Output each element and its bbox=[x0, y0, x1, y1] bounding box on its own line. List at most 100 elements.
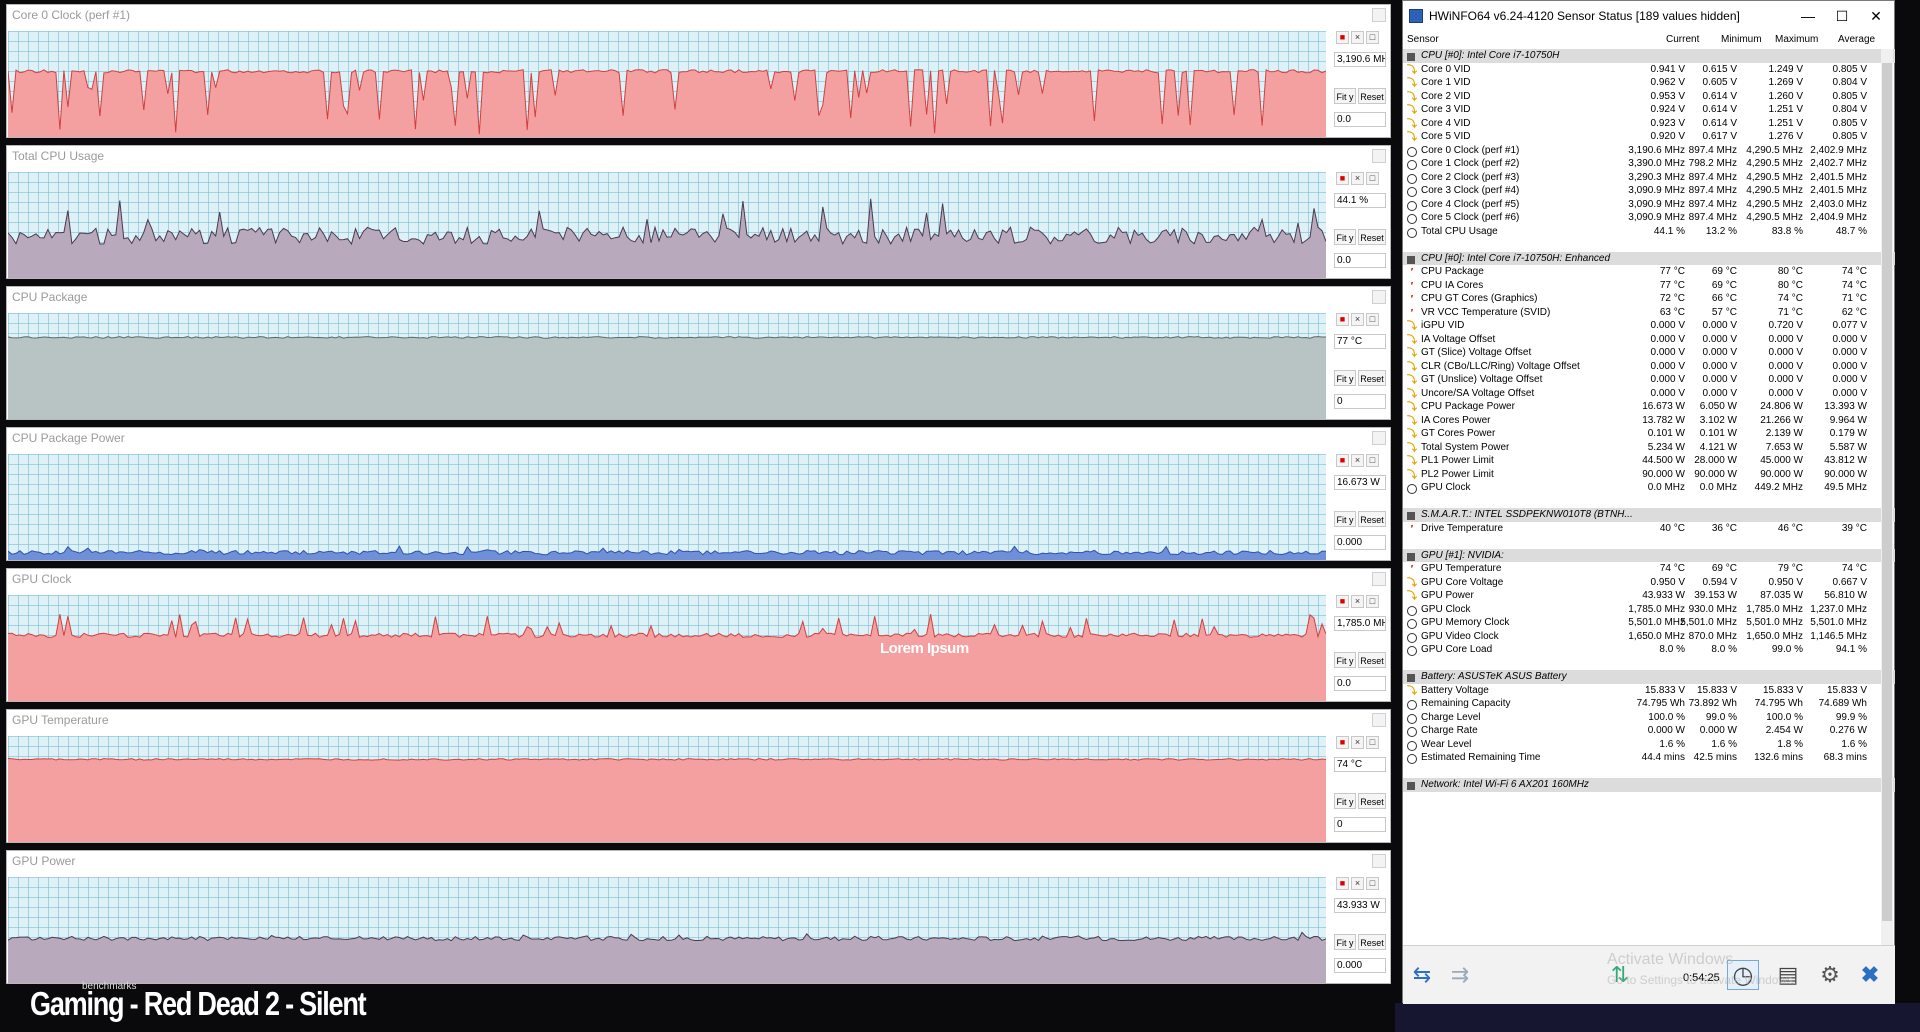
sensor-row[interactable]: Core 2 Clock (perf #3) 3,290.3 MHz 897.4 M… bbox=[1403, 171, 1895, 185]
graph-close-button[interactable] bbox=[1372, 431, 1386, 445]
sensor-row[interactable]: GPU Video Clock 1,650.0 MHz 870.0 MHz 1,650… bbox=[1403, 630, 1895, 644]
sensor-row[interactable]: Total CPU Usage 44.1 % 13.2 % 83.8 % 48.7 % bbox=[1403, 225, 1895, 239]
close-icon[interactable]: ✖ bbox=[1855, 960, 1885, 990]
options-icon[interactable]: □ bbox=[1366, 877, 1379, 890]
sensor-row[interactable]: ⤵ GT (Slice) Voltage Offset 0.000 V 0.000 V… bbox=[1403, 346, 1895, 360]
options-icon[interactable]: □ bbox=[1366, 595, 1379, 608]
sensor-row[interactable]: Core 3 Clock (perf #4) 3,090.9 MHz 897.4 M… bbox=[1403, 184, 1895, 198]
color-toggle-icon[interactable]: ■ bbox=[1336, 736, 1349, 749]
sensor-row[interactable]: ⤵ GT (Unslice) Voltage Offset 0.000 V 0.000… bbox=[1403, 373, 1895, 387]
sensor-row[interactable]: GPU Core Load 8.0 % 8.0 % 99.0 % 94.1 % bbox=[1403, 643, 1895, 657]
log-toggle-icon[interactable]: × bbox=[1351, 172, 1364, 185]
scrollbar[interactable] bbox=[1881, 49, 1893, 945]
options-icon[interactable]: □ bbox=[1366, 454, 1379, 467]
sensor-row[interactable]: GPU Clock 1,785.0 MHz 930.0 MHz 1,785.0 MHz… bbox=[1403, 603, 1895, 617]
graph-close-button[interactable] bbox=[1372, 854, 1386, 868]
sensor-row[interactable]: GPU Clock 0.0 MHz 0.0 MHz 449.2 MHz 49.5 MHz bbox=[1403, 481, 1895, 495]
color-toggle-icon[interactable]: ■ bbox=[1336, 313, 1349, 326]
sensor-row[interactable]: GPU Memory Clock 5,501.0 MHz 5,501.0 MHz 5,… bbox=[1403, 616, 1895, 630]
graph-window[interactable]: GPU Clock ■×□ 1,785.0 MHz Fit yReset 0.0 bbox=[6, 568, 1391, 702]
reset-button[interactable]: Reset bbox=[1358, 934, 1386, 950]
options-icon[interactable]: □ bbox=[1366, 172, 1379, 185]
graph-window[interactable]: CPU Package ■ × □ 77 °C Fit y Reset 0 bbox=[6, 286, 1391, 420]
color-toggle-icon[interactable]: ■ bbox=[1336, 595, 1349, 608]
sensor-row[interactable]: ⤵ PL2 Power Limit 90.000 W 90.000 W 90.000 W… bbox=[1403, 468, 1895, 482]
sensor-row[interactable]: Core 4 Clock (perf #5) 3,090.9 MHz 897.4 M… bbox=[1403, 198, 1895, 212]
nav-forward-icon[interactable]: ⇉ bbox=[1445, 960, 1475, 990]
column-current[interactable]: Current bbox=[1666, 34, 1699, 45]
sensor-row[interactable]: Wear Level 1.6 % 1.6 % 1.8 % 1.6 % bbox=[1403, 738, 1895, 752]
reset-button[interactable]: Reset bbox=[1358, 370, 1386, 386]
nav-left-right-icon[interactable]: ⇆ bbox=[1407, 960, 1437, 990]
column-average[interactable]: Average bbox=[1838, 34, 1875, 45]
log-toggle-icon[interactable]: × bbox=[1351, 454, 1364, 467]
sensor-row[interactable]: ⤵ Core 5 VID 0.920 V 0.617 V 1.276 V 0.805 V bbox=[1403, 130, 1895, 144]
sensor-group-header[interactable]: Network: Intel Wi-Fi 6 AX201 160MHz bbox=[1403, 778, 1895, 792]
graph-window[interactable]: GPU Temperature ■ × □ 74 °C Fit y Reset 0 bbox=[6, 709, 1391, 843]
sensor-row[interactable]: ⤵ Core 1 VID 0.962 V 0.605 V 1.269 V 0.804 V bbox=[1403, 76, 1895, 90]
sensor-row[interactable]: ⤵ CLR (CBo/LLC/Ring) Voltage Offset 0.000 … bbox=[1403, 360, 1895, 374]
fit-y-button[interactable]: Fit y bbox=[1334, 793, 1356, 809]
graph-close-button[interactable] bbox=[1372, 572, 1386, 586]
graph-close-button[interactable] bbox=[1372, 149, 1386, 163]
graph-window[interactable]: Core 0 Clock (perf #1) ■×□ 3,190.6 MHz F… bbox=[6, 4, 1391, 138]
sensor-row[interactable]: ⤵ Core 3 VID 0.924 V 0.614 V 1.251 V 0.804 V bbox=[1403, 103, 1895, 117]
log-toggle-icon[interactable]: × bbox=[1351, 736, 1364, 749]
fit-y-button[interactable]: Fit y bbox=[1334, 511, 1356, 527]
scrollbar-thumb[interactable] bbox=[1882, 63, 1892, 921]
graph-window[interactable]: GPU Power ■ × □ 43.933 W Fit y Reset 0.000 bbox=[6, 850, 1391, 984]
sensor-row[interactable]: ⤵ Battery Voltage 15.833 V 15.833 V 15.833 V… bbox=[1403, 684, 1895, 698]
sensor-row[interactable]: Core 0 Clock (perf #1) 3,190.6 MHz 897.4 M… bbox=[1403, 144, 1895, 158]
sensor-row[interactable]: ⤵ Uncore/SA Voltage Offset 0.000 V 0.000 V0… bbox=[1403, 387, 1895, 401]
sensor-row[interactable]: ⤵ PL1 Power Limit 44.500 W 28.000 W 45.000 W… bbox=[1403, 454, 1895, 468]
sensor-group-header[interactable]: S.M.A.R.T.: INTEL SSDPEKNW010T8 (BTNH... bbox=[1403, 508, 1895, 522]
log-toggle-icon[interactable]: × bbox=[1351, 877, 1364, 890]
sensor-row[interactable]: ⤵ Core 4 VID 0.923 V 0.614 V 1.251 V 0.805 V bbox=[1403, 117, 1895, 131]
sensor-row[interactable]: ⤵ iGPU VID 0.000 V 0.000 V 0.720 V 0.077 V bbox=[1403, 319, 1895, 333]
sensor-row[interactable]: ′ Drive Temperature 40 °C 36 °C 46 °C 39 °C bbox=[1403, 522, 1895, 536]
color-toggle-icon[interactable]: ■ bbox=[1336, 31, 1349, 44]
color-toggle-icon[interactable]: ■ bbox=[1336, 172, 1349, 185]
graph-close-button[interactable] bbox=[1372, 8, 1386, 22]
sensor-row[interactable]: Core 1 Clock (perf #2) 3,390.0 MHz 798.2 M… bbox=[1403, 157, 1895, 171]
sensor-group-header[interactable]: CPU [#0]: Intel Core i7-10750H bbox=[1403, 49, 1895, 63]
log-toggle-icon[interactable]: × bbox=[1351, 313, 1364, 326]
fit-y-button[interactable]: Fit y bbox=[1334, 934, 1356, 950]
graph-close-button[interactable] bbox=[1372, 290, 1386, 304]
sensor-row[interactable]: ⤵ CPU Package Power 16.673 W 6.050 W 24.806 … bbox=[1403, 400, 1895, 414]
title-bar[interactable]: HWiNFO64 v6.24-4120 Sensor Status [189 v… bbox=[1403, 1, 1894, 31]
reset-button[interactable]: Reset bbox=[1358, 793, 1386, 809]
settings-icon[interactable]: ⚙ bbox=[1815, 960, 1845, 990]
reset-button[interactable]: Reset bbox=[1358, 652, 1386, 668]
sensor-group-header[interactable]: CPU [#0]: Intel Core i7-10750H: Enhanced bbox=[1403, 251, 1895, 265]
log-toggle-icon[interactable]: × bbox=[1351, 595, 1364, 608]
sensor-row[interactable]: ⤵ Total System Power 5.234 W 4.121 W 7.653 W… bbox=[1403, 441, 1895, 455]
fit-y-button[interactable]: Fit y bbox=[1334, 370, 1356, 386]
reset-button[interactable]: Reset bbox=[1358, 229, 1386, 245]
close-button[interactable]: ✕ bbox=[1861, 5, 1891, 27]
reset-button[interactable]: Reset bbox=[1358, 511, 1386, 527]
color-toggle-icon[interactable]: ■ bbox=[1336, 454, 1349, 467]
sensor-row[interactable]: Charge Level 100.0 % 99.0 % 100.0 % 99.9 % bbox=[1403, 711, 1895, 725]
reset-button[interactable]: Reset bbox=[1358, 88, 1386, 104]
sensor-row[interactable]: Remaining Capacity 74.795 Wh 73.892 Wh 74.7… bbox=[1403, 697, 1895, 711]
column-minimum[interactable]: Minimum bbox=[1721, 34, 1762, 45]
options-icon[interactable]: □ bbox=[1366, 313, 1379, 326]
sensor-row[interactable]: ′ CPU IA Cores 77 °C 69 °C 80 °C 74 °C bbox=[1403, 279, 1895, 293]
sensor-row[interactable]: ⤵ GT Cores Power 0.101 W 0.101 W 2.139 W 0.17… bbox=[1403, 427, 1895, 441]
sensor-row[interactable]: ⤵ IA Voltage Offset 0.000 V 0.000 V 0.000 V0… bbox=[1403, 333, 1895, 347]
sensor-list[interactable]: CPU [#0]: Intel Core i7-10750H ⤵ Core 0 VI… bbox=[1403, 49, 1895, 945]
color-toggle-icon[interactable]: ■ bbox=[1336, 877, 1349, 890]
sensor-group-header[interactable]: Battery: ASUSTeK ASUS Battery bbox=[1403, 670, 1895, 684]
sensor-group-header[interactable]: GPU [#1]: NVIDIA: bbox=[1403, 548, 1895, 562]
sensor-row[interactable]: Core 5 Clock (perf #6) 3,090.9 MHz 897.4 M… bbox=[1403, 211, 1895, 225]
fit-y-button[interactable]: Fit y bbox=[1334, 88, 1356, 104]
options-icon[interactable]: □ bbox=[1366, 31, 1379, 44]
sensor-row[interactable]: ⤵ Core 0 VID 0.941 V 0.615 V 1.249 V 0.805 V bbox=[1403, 63, 1895, 77]
minimize-button[interactable]: — bbox=[1793, 5, 1823, 27]
graph-close-button[interactable] bbox=[1372, 713, 1386, 727]
sensor-row[interactable]: Estimated Remaining Time 44.4 mins 42.5 mi… bbox=[1403, 751, 1895, 765]
sensor-row[interactable]: Charge Rate 0.000 W 0.000 W 2.454 W 0.276 W bbox=[1403, 724, 1895, 738]
sensor-row[interactable]: ′ CPU Package 77 °C 69 °C 80 °C 74 °C bbox=[1403, 265, 1895, 279]
sensor-row[interactable]: ⤵ Core 2 VID 0.953 V 0.614 V 1.260 V 0.805 V bbox=[1403, 90, 1895, 104]
